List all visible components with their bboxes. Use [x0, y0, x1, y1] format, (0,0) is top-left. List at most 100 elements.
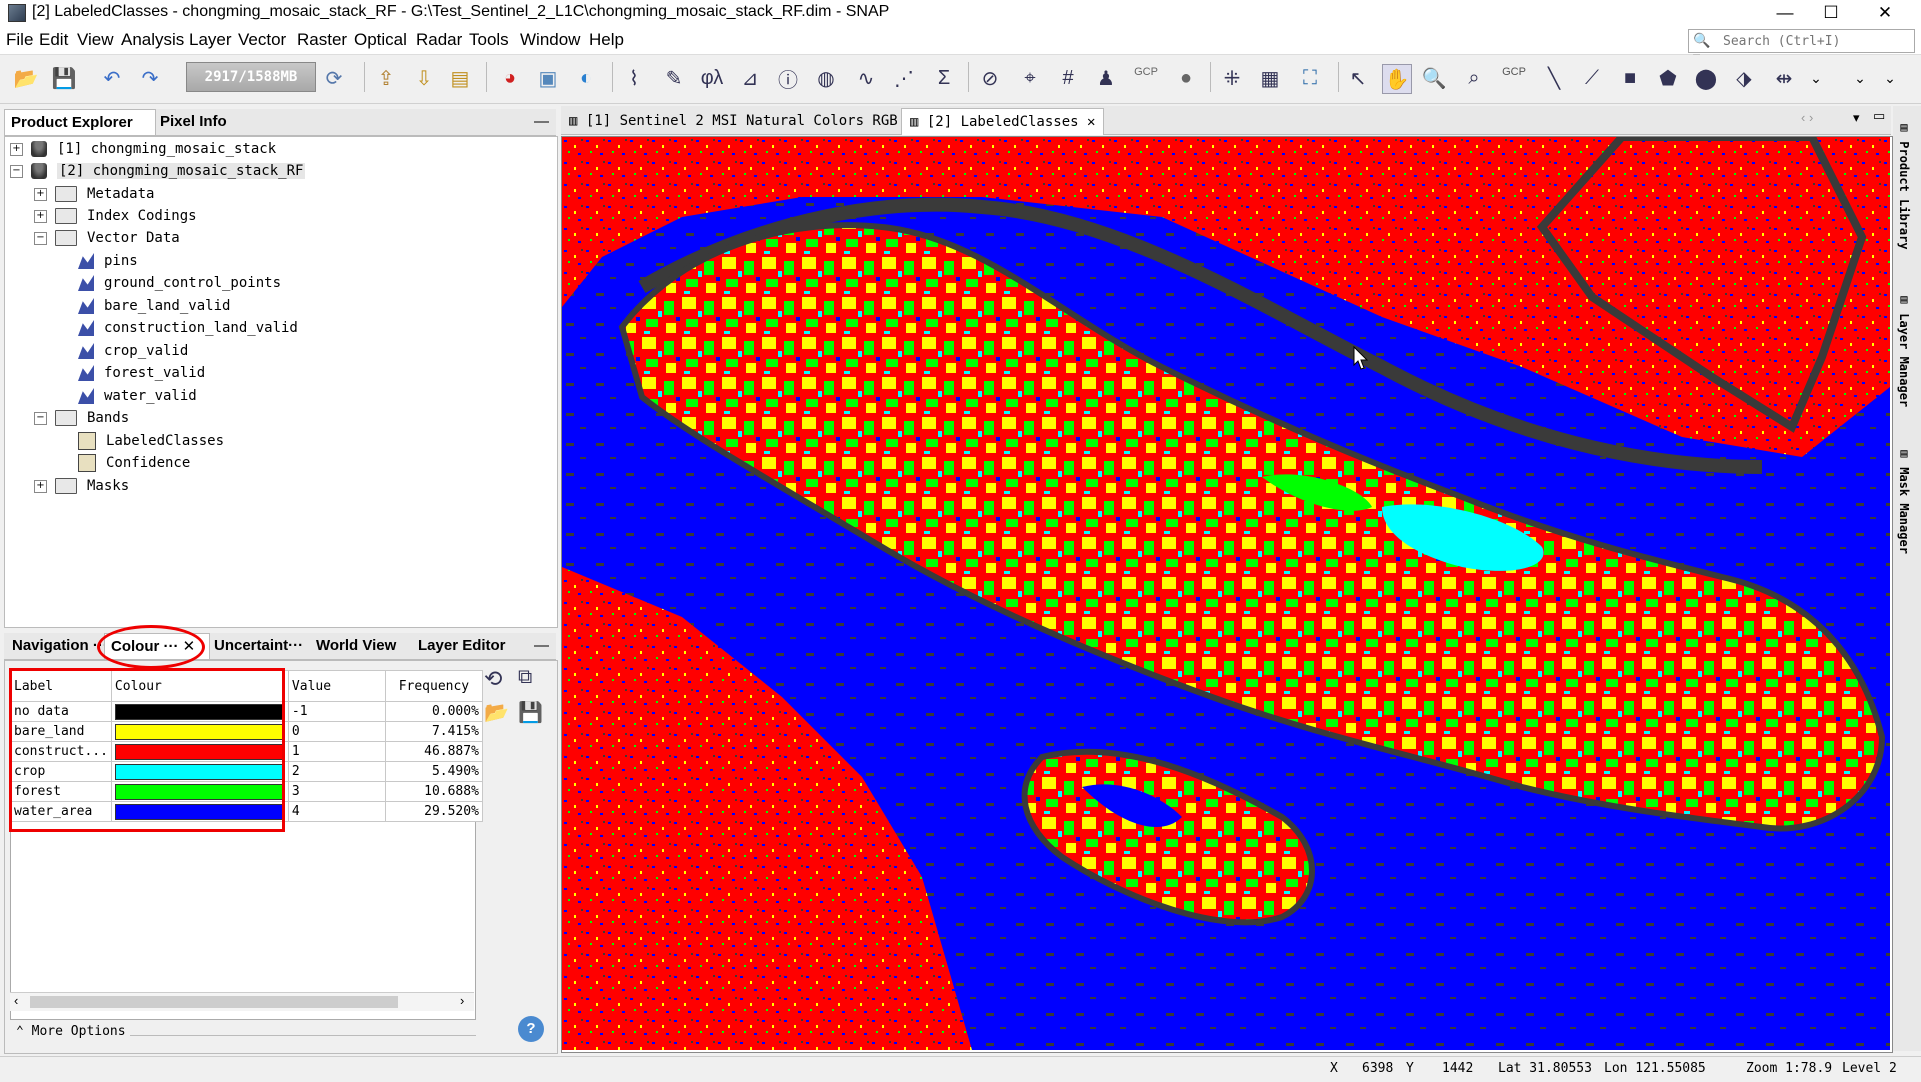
maximize-view-icon[interactable]: ▭ [1873, 108, 1885, 124]
expand-icon[interactable]: + [34, 187, 47, 201]
search-icon[interactable]: 🔍▾ [1693, 32, 1717, 65]
export-colour-icon[interactable]: 💾 [518, 700, 544, 726]
graticule-icon[interactable]: # [1054, 64, 1082, 92]
cell-value[interactable]: 4 [287, 801, 386, 822]
tab-labeledclasses-view[interactable]: ▥ [2] LabeledClasses ✕ [901, 108, 1105, 135]
minimize-button[interactable]: — [1762, 0, 1808, 26]
histogram-icon[interactable]: ⊿ [736, 64, 764, 92]
toolbar-overflow-icon[interactable]: ⌄ [1802, 64, 1830, 92]
pin-placing-tool-icon[interactable]: ⌕ [1460, 64, 1488, 92]
menu-window[interactable]: Window [520, 30, 580, 50]
tree-node-bare-land-valid[interactable]: bare_land_valid [78, 295, 230, 317]
image-view-icon[interactable]: ▣ [534, 64, 562, 92]
world-wind-icon[interactable]: ◐ [572, 64, 600, 92]
tree-node-masks[interactable]: + Masks [34, 475, 129, 497]
cell-value[interactable]: 2 [287, 761, 386, 782]
more-options-toggle[interactable]: ⌃ More Options [16, 1024, 126, 1039]
menu-raster[interactable]: Raster [297, 30, 347, 50]
col-header-frequency[interactable]: Frequency [384, 670, 483, 702]
tab-natural-colors-view[interactable]: ▥ [1] Sentinel 2 MSI Natural Colors RGB … [561, 108, 923, 134]
menu-file[interactable]: File [6, 30, 33, 50]
collapse-icon[interactable]: − [10, 164, 23, 178]
multi-apply-icon[interactable]: ⧉ [518, 666, 544, 692]
edit-icon[interactable]: ✎ [660, 64, 688, 92]
expand-icon[interactable]: + [34, 479, 47, 493]
menu-optical[interactable]: Optical [354, 30, 407, 50]
tree-node-labeledclasses[interactable]: LabeledClasses [78, 430, 224, 452]
redo-icon[interactable]: ↷ [136, 64, 164, 92]
image-view[interactable] [561, 133, 1893, 1053]
gcp-placing-tool-icon[interactable]: GCP [1500, 58, 1528, 86]
scroll-left-icon[interactable]: ‹ [14, 993, 18, 1008]
tree-node-construction-land-valid[interactable]: construction_land_valid [78, 317, 298, 339]
search-input[interactable] [1721, 33, 1905, 50]
help-icon[interactable]: ? [518, 1016, 544, 1042]
tab-world-view[interactable]: World View [310, 633, 402, 658]
tree-node-metadata[interactable]: + Metadata [34, 183, 154, 205]
tree-node-water-valid[interactable]: water_valid [78, 385, 197, 407]
toolbar-overflow-icon-2[interactable]: ⌄ [1846, 64, 1874, 92]
range-finder-icon[interactable]: ⇹ [1770, 64, 1798, 92]
undo-icon[interactable]: ↶ [98, 64, 126, 92]
menu-analysis[interactable]: Analysis [121, 30, 184, 50]
cell-value[interactable]: -1 [287, 701, 386, 722]
tree-node-index-codings[interactable]: + Index Codings [34, 205, 197, 227]
tab-uncertainty[interactable]: Uncertaint··· [208, 633, 309, 658]
col-header-value[interactable]: Value [287, 670, 386, 702]
cell-value[interactable]: 1 [287, 741, 386, 762]
expand-icon[interactable]: + [34, 209, 47, 223]
scroll-thumb[interactable] [30, 996, 398, 1008]
line-drawing-tool-icon[interactable]: ╲ [1540, 64, 1568, 92]
menu-edit[interactable]: Edit [39, 30, 68, 50]
maximize-button[interactable]: ☐ [1808, 0, 1854, 26]
minimize-pane-icon[interactable]: — [528, 109, 555, 134]
session-icon[interactable]: ▤ [446, 64, 474, 92]
tab-layer-editor[interactable]: Layer Editor [412, 633, 512, 658]
menu-vector[interactable]: Vector [238, 30, 286, 50]
menu-radar[interactable]: Radar [416, 30, 462, 50]
overlay-icon[interactable]: ● [1172, 64, 1200, 92]
tree-node-forest-valid[interactable]: forest_valid [78, 362, 205, 384]
tab-pixel-info[interactable]: Pixel Info [154, 109, 233, 134]
memory-indicator[interactable]: 2917/1588MB [186, 62, 316, 92]
tree-node-crop-valid[interactable]: crop_valid [78, 340, 188, 362]
collocate-icon[interactable]: ⁜ [1218, 64, 1246, 92]
cell-value[interactable]: 3 [287, 781, 386, 802]
pin-manager-icon[interactable]: ♟ [1092, 64, 1120, 92]
gcp-manager-icon[interactable]: GCP [1132, 58, 1160, 86]
save-product-icon[interactable]: 💾 [50, 64, 78, 92]
ellipse-drawing-tool-icon[interactable]: ⬤ [1692, 64, 1720, 92]
subset-icon[interactable]: ⛶ [1296, 64, 1324, 92]
spectrum-icon[interactable]: φλ [698, 64, 726, 92]
tree-node-bands[interactable]: − Bands [34, 407, 129, 429]
tree-node-product-2[interactable]: − [2] chongming_mosaic_stack_RF [10, 160, 306, 182]
reset-icon[interactable]: ⟲ [484, 666, 510, 692]
menu-layer[interactable]: Layer [189, 30, 232, 50]
polygon-drawing-tool-icon[interactable]: ⬟ [1654, 64, 1682, 92]
tree-node-confidence[interactable]: Confidence [78, 452, 190, 474]
select-tool-icon[interactable]: ↖ [1344, 64, 1372, 92]
zoom-tool-icon[interactable]: 🔍 [1420, 64, 1448, 92]
open-product-icon[interactable]: 📂 [12, 64, 40, 92]
menu-help[interactable]: Help [589, 30, 624, 50]
product-library-tab[interactable]: ▤ Product Library [1897, 120, 1911, 250]
mask-manager-tab[interactable]: ▤ Mask Manager [1897, 446, 1911, 554]
toolbar-overflow-icon-3[interactable]: ⌄ [1876, 64, 1904, 92]
tab-product-explorer[interactable]: Product Explorer ✕ [4, 109, 156, 156]
export-icon[interactable]: ⇩ [410, 64, 438, 92]
tab-list-icon[interactable]: ▾ [1853, 110, 1860, 126]
sync-views-icon[interactable]: ⊘ [976, 64, 1004, 92]
mosaic-icon[interactable]: ▦ [1256, 64, 1284, 92]
tree-node-ground-control-points[interactable]: ground_control_points [78, 272, 281, 294]
classification-map[interactable] [562, 133, 1890, 1050]
geo-coding-icon[interactable]: ◍ [812, 64, 840, 92]
sync-cursor-icon[interactable]: ⌖ [1016, 64, 1044, 92]
rgb-image-icon[interactable]: ◕ [496, 64, 524, 92]
collapse-icon[interactable]: − [34, 231, 47, 245]
polyline-drawing-tool-icon[interactable]: ⟋ [1578, 64, 1606, 92]
statistics-icon[interactable]: Σ [930, 64, 958, 92]
band-maths-icon[interactable]: ⌇ [620, 64, 648, 92]
horizontal-scrollbar[interactable]: ‹ › [10, 992, 474, 1011]
cell-value[interactable]: 0 [287, 721, 386, 742]
menu-view[interactable]: View [77, 30, 114, 50]
